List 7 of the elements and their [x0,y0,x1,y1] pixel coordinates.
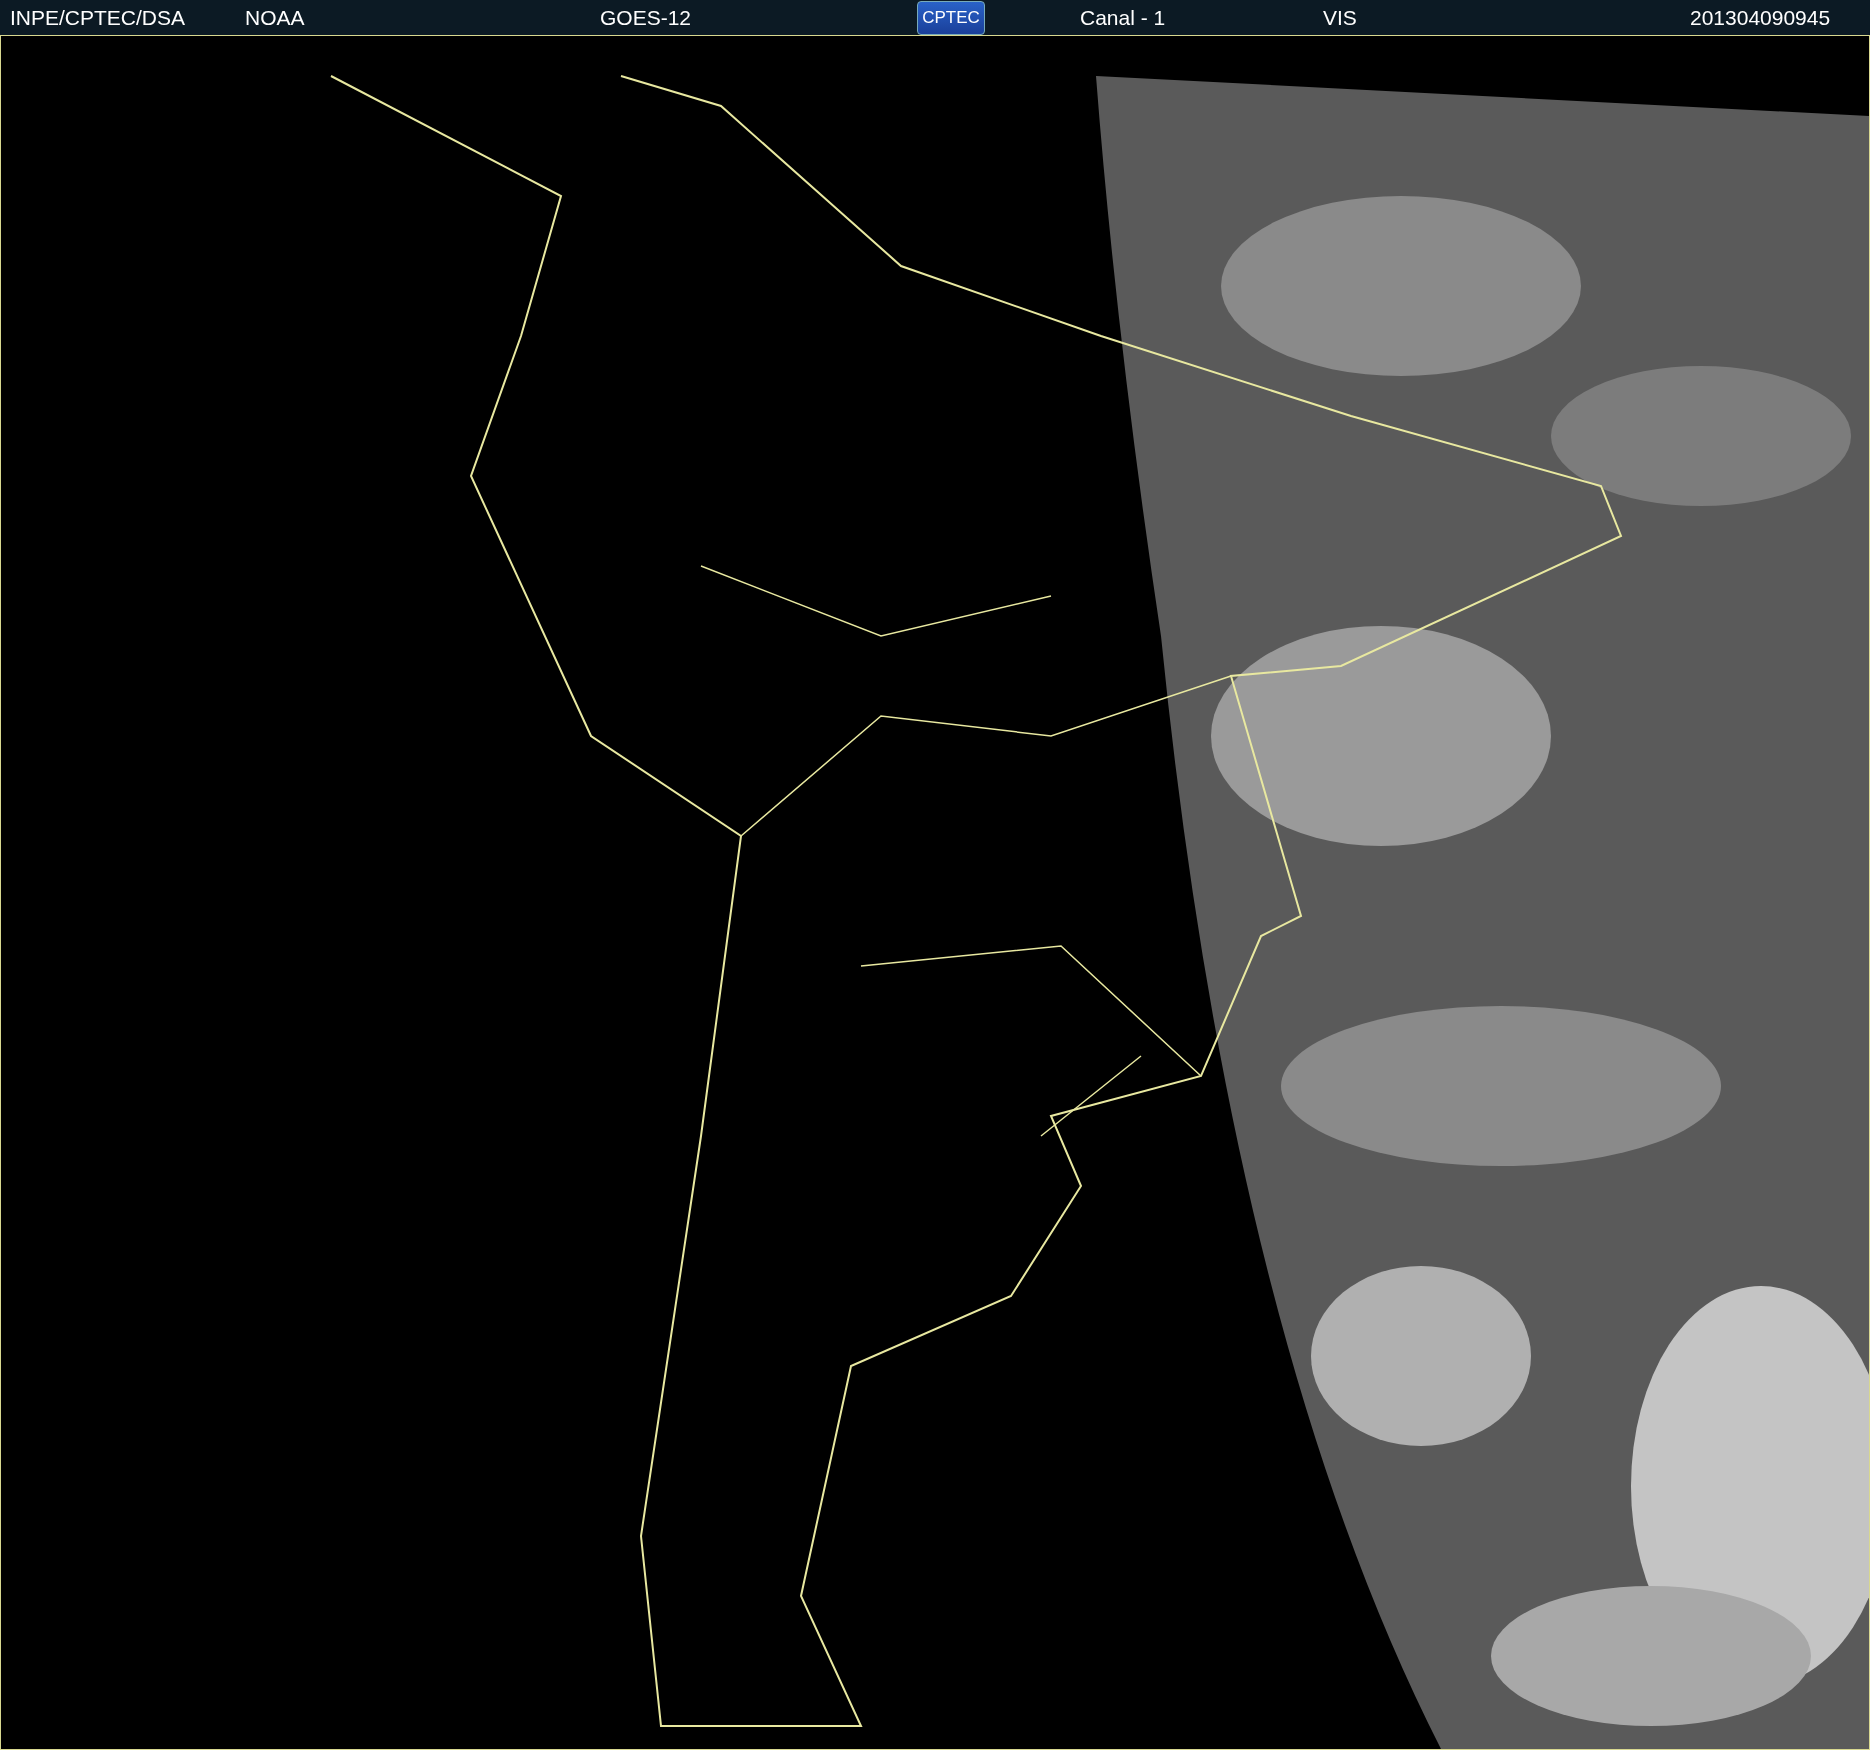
header-label: NOAA [245,4,306,31]
header-label: INPE/CPTEC/DSA [10,4,187,31]
logo: CPTEC [917,0,985,35]
header-label: Canal - 1 [1080,4,1167,31]
header-label: 201304090945 [1690,4,1832,31]
header-label: VIS [1323,4,1358,31]
header-label: GOES-12 [600,4,693,31]
